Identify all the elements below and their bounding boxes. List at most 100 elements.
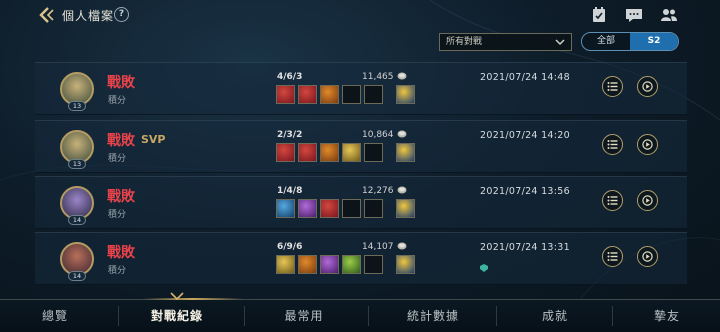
empty-item-slot xyxy=(364,143,383,162)
page-title: 個人檔案 xyxy=(62,9,115,23)
match-result: 戰敗 xyxy=(107,245,135,261)
match-row: 13 戰敗 積分 4/6/3 11,465 2021/07/24 14:48 xyxy=(35,62,687,115)
match-datetime: 2021/07/24 14:20 xyxy=(480,130,570,141)
gold-earned: 12,276 xyxy=(362,186,394,196)
red-item-icon xyxy=(320,199,339,218)
queue-type: 積分 xyxy=(108,96,127,106)
gold-earned: 10,864 xyxy=(362,130,394,140)
ward-trinket-icon xyxy=(396,143,415,162)
gold-coin-icon xyxy=(397,186,407,194)
nav-most-used[interactable]: 最常用 xyxy=(244,300,364,332)
champion-level-badge: 14 xyxy=(68,215,86,225)
ward-trinket-icon xyxy=(396,199,415,218)
details-list-icon xyxy=(607,252,618,261)
calendar-check-icon[interactable] xyxy=(590,7,608,23)
details-list-icon xyxy=(607,196,618,205)
nav-divider xyxy=(496,306,497,326)
empty-item-slot xyxy=(364,255,383,274)
blue-item-icon xyxy=(276,199,295,218)
match-row: 13 戰敗 SVP 積分 2/3/2 10,864 2021/07/24 14:… xyxy=(35,120,687,173)
orange-item-icon xyxy=(298,255,317,274)
details-list-icon xyxy=(607,82,618,91)
match-replay-button[interactable] xyxy=(637,134,658,155)
match-details-button[interactable] xyxy=(602,246,623,267)
champion-level-badge: 14 xyxy=(68,271,86,281)
gold-earned: 14,107 xyxy=(362,242,394,252)
gold-coin-icon xyxy=(397,242,407,250)
replay-icon xyxy=(642,81,653,92)
active-tab-caret-icon xyxy=(170,292,184,300)
queue-type: 積分 xyxy=(108,154,127,164)
match-datetime: 2021/07/24 14:48 xyxy=(480,72,570,83)
match-result: 戰敗 xyxy=(107,75,135,91)
nav-statistics[interactable]: 統計數據 xyxy=(372,300,494,332)
match-result: 戰敗 xyxy=(107,189,135,205)
kda-score: 4/6/3 xyxy=(277,72,303,82)
nav-match-history[interactable]: 對戰紀錄 xyxy=(118,300,236,332)
match-details-button[interactable] xyxy=(602,76,623,97)
empty-item-slot xyxy=(342,85,361,104)
purple-item-icon xyxy=(298,199,317,218)
purple-item-icon xyxy=(320,255,339,274)
friends-icon[interactable] xyxy=(660,7,678,23)
chevron-down-icon xyxy=(555,39,565,46)
filter-selected-value: 所有對戰 xyxy=(446,37,483,47)
ward-trinket-icon xyxy=(396,255,415,274)
champion-level-badge: 13 xyxy=(68,101,86,111)
match-datetime: 2021/07/24 13:56 xyxy=(480,186,570,197)
champion-level-badge: 13 xyxy=(68,159,86,169)
gold-earned: 11,465 xyxy=(362,72,394,82)
match-replay-button[interactable] xyxy=(637,76,658,97)
red-item-icon xyxy=(276,143,295,162)
gold-item-icon xyxy=(276,255,295,274)
match-replay-button[interactable] xyxy=(637,246,658,267)
queue-type: 積分 xyxy=(108,210,127,220)
back-arrow-icon[interactable] xyxy=(38,7,56,23)
help-icon[interactable]: ? xyxy=(114,7,129,22)
kda-score: 1/4/8 xyxy=(277,186,303,196)
red-item-icon xyxy=(298,143,317,162)
empty-item-slot xyxy=(364,199,383,218)
nav-divider xyxy=(244,306,245,326)
replay-icon xyxy=(642,251,653,262)
ward-trinket-icon xyxy=(396,85,415,104)
empty-item-slot xyxy=(364,85,383,104)
kda-score: 2/3/2 xyxy=(277,130,303,140)
red-item-icon xyxy=(298,85,317,104)
chat-icon[interactable] xyxy=(625,7,643,23)
nav-overview[interactable]: 總覽 xyxy=(0,300,110,332)
nav-divider xyxy=(612,306,613,326)
match-row: 14 戰敗 積分 6/9/6 14,107 2021/07/24 13:31 xyxy=(35,232,687,285)
match-details-button[interactable] xyxy=(602,190,623,211)
red-item-icon xyxy=(276,85,295,104)
orange-item-icon xyxy=(320,85,339,104)
details-list-icon xyxy=(607,140,618,149)
match-row: 14 戰敗 積分 1/4/8 12,276 2021/07/24 13:56 xyxy=(35,176,687,229)
match-filter-dropdown[interactable]: 所有對戰 xyxy=(439,33,572,51)
match-datetime: 2021/07/24 13:31 xyxy=(480,242,570,253)
queue-type: 積分 xyxy=(108,266,127,276)
nav-divider xyxy=(118,306,119,326)
match-replay-button[interactable] xyxy=(637,190,658,211)
svp-badge: SVP xyxy=(141,133,166,146)
empty-item-slot xyxy=(342,199,361,218)
match-details-button[interactable] xyxy=(602,134,623,155)
replay-icon xyxy=(642,195,653,206)
toggle-all[interactable]: 全部 xyxy=(582,33,630,50)
active-tab-indicator xyxy=(143,298,243,300)
gold-coin-icon xyxy=(397,72,407,80)
green-item-icon xyxy=(342,255,361,274)
gold-item-icon xyxy=(342,143,361,162)
replay-icon xyxy=(642,139,653,150)
nav-divider xyxy=(368,306,369,326)
shield-tag-icon xyxy=(480,264,488,272)
nav-friends[interactable]: 摯友 xyxy=(614,300,720,332)
orange-item-icon xyxy=(320,143,339,162)
toggle-s2[interactable]: S2 xyxy=(630,33,678,50)
match-result: 戰敗 xyxy=(107,133,135,149)
nav-achievements[interactable]: 成就 xyxy=(500,300,610,332)
gold-coin-icon xyxy=(397,130,407,138)
kda-score: 6/9/6 xyxy=(277,242,303,252)
season-toggle: 全部 S2 xyxy=(581,32,679,51)
top-bar: 個人檔案 ? xyxy=(0,0,720,30)
